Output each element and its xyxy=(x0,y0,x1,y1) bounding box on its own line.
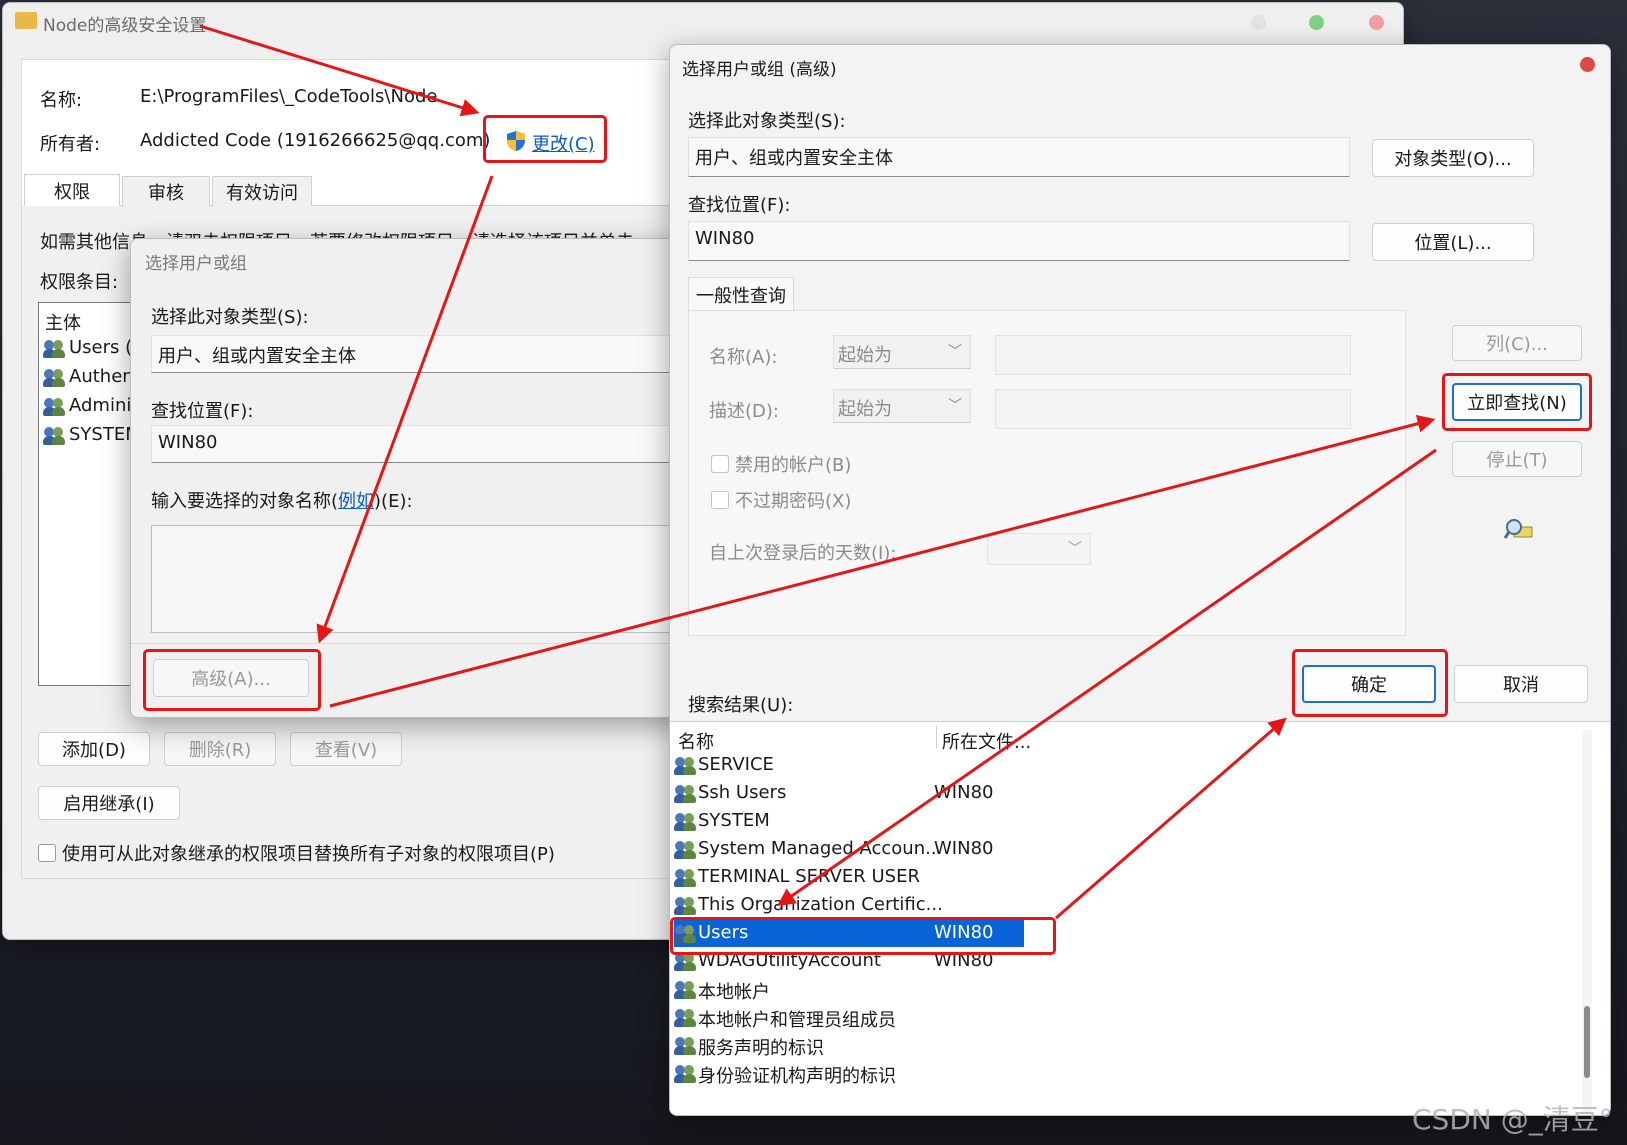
arrow-findnow-to-users xyxy=(777,448,1437,907)
annotation-arrows xyxy=(199,24,1437,920)
arrow-users-to-ok xyxy=(1055,717,1287,920)
watermark: CSDN @_清豆° xyxy=(1412,1103,1613,1136)
arrow-title-to-change xyxy=(199,24,480,117)
arrow-change-to-advanced xyxy=(316,175,494,644)
arrow-advanced-to-findnow xyxy=(329,414,1436,708)
